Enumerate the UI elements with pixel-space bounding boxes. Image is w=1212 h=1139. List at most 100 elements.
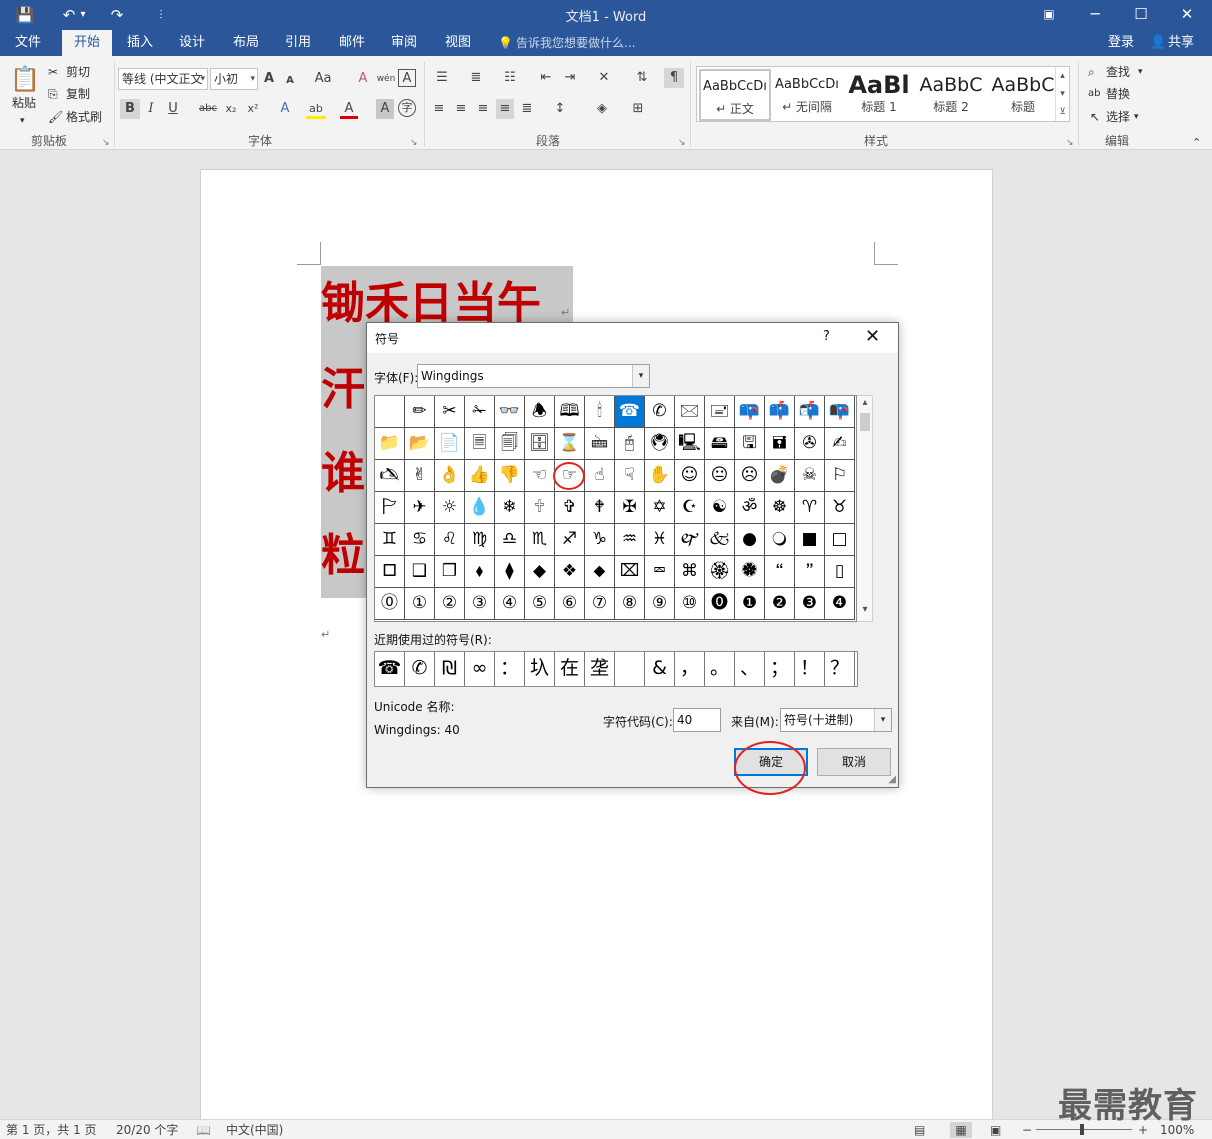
symbol-cell[interactable]: ⑩: [675, 588, 705, 620]
symbol-cell[interactable]: ●: [735, 524, 765, 556]
format-painter-icon[interactable]: 🖌: [48, 108, 63, 126]
symbol-cell[interactable]: ✆: [645, 396, 675, 428]
enclose-characters-icon[interactable]: 字: [398, 99, 416, 117]
symbol-cell[interactable]: ✋: [645, 460, 675, 492]
tab-layout[interactable]: 布局: [222, 30, 270, 56]
symbol-cell[interactable]: ②: [435, 588, 465, 620]
symbol-cell[interactable]: ☪: [675, 492, 705, 524]
symbol-cell[interactable]: ③: [465, 588, 495, 620]
recent-symbol-cell[interactable]: 圦: [525, 652, 555, 686]
align-left-icon[interactable]: ≡: [430, 99, 448, 119]
page-count[interactable]: 第 1 页，共 1 页: [6, 1122, 97, 1138]
symbol-cell[interactable]: ✈: [405, 492, 435, 524]
symbol-cell[interactable]: 🖰: [615, 428, 645, 460]
chevron-down-icon[interactable]: ▾: [1134, 108, 1139, 126]
decrease-indent-icon[interactable]: ⇤: [536, 68, 556, 88]
symbol-cell[interactable]: ⑤: [525, 588, 555, 620]
style-no-spacing[interactable]: AaBbCcDı ↵ 无间隔: [771, 69, 843, 121]
tab-file[interactable]: 文件: [4, 30, 52, 56]
symbol-cell[interactable]: 🏶: [735, 556, 765, 588]
symbol-cell[interactable]: 🕈: [585, 492, 615, 524]
grow-font-icon[interactable]: A: [260, 69, 278, 89]
justify-icon[interactable]: ≡: [496, 99, 514, 119]
tab-references[interactable]: 引用: [274, 30, 322, 56]
symbol-cell[interactable]: 🕯: [585, 396, 615, 428]
select-button[interactable]: 选择: [1106, 108, 1130, 126]
recent-symbol-cell[interactable]: ✆: [405, 652, 435, 686]
symbol-cell[interactable]: ☺: [675, 460, 705, 492]
symbol-cell[interactable]: ☝: [585, 460, 615, 492]
symbol-cell[interactable]: ☯: [705, 492, 735, 524]
borders-icon[interactable]: ⊞: [626, 99, 650, 119]
symbol-cell[interactable]: ⚐: [825, 460, 855, 492]
symbol-cell[interactable]: 🏵: [705, 556, 735, 588]
character-shading-icon[interactable]: A: [376, 99, 394, 119]
tab-home[interactable]: 开始: [62, 30, 112, 56]
recent-symbol-cell[interactable]: 垄: [585, 652, 615, 686]
superscript-icon[interactable]: x²: [244, 99, 262, 119]
symbol-cell[interactable]: ✡: [645, 492, 675, 524]
sort-icon[interactable]: ⇅: [632, 68, 652, 88]
symbol-cell[interactable]: 🗐: [495, 428, 525, 460]
symbol-cell[interactable]: ☼: [435, 492, 465, 524]
word-count[interactable]: 20/20 个字: [116, 1122, 178, 1138]
symbol-cell[interactable]: 🙰: [675, 524, 705, 556]
symbol-cell[interactable]: ⑥: [555, 588, 585, 620]
symbol-cell[interactable]: 🗄: [525, 428, 555, 460]
shrink-font-icon[interactable]: A: [282, 71, 298, 91]
increase-indent-icon[interactable]: ⇥: [560, 68, 580, 88]
symbol-cell[interactable]: ⬧: [465, 556, 495, 588]
copy-icon[interactable]: ⎘: [48, 85, 58, 103]
recent-symbol-cell[interactable]: ₪: [435, 652, 465, 686]
symbol-cell[interactable]: ♑: [585, 524, 615, 556]
collapse-ribbon-icon[interactable]: ⌃: [1192, 134, 1201, 152]
chinese-layout-icon[interactable]: ✕: [592, 68, 616, 88]
recent-symbol-cell[interactable]: 在: [555, 652, 585, 686]
symbol-cell[interactable]: ❖: [555, 556, 585, 588]
ribbon-display-options-icon[interactable]: ▣: [1026, 0, 1072, 30]
symbol-cell[interactable]: ✂: [435, 396, 465, 428]
close-button[interactable]: ✕: [1164, 0, 1210, 30]
align-right-icon[interactable]: ≡: [474, 99, 492, 119]
symbol-cell[interactable]: ✏: [405, 396, 435, 428]
recent-symbol-cell[interactable]: 、: [735, 652, 765, 686]
proofing-icon[interactable]: 📖: [196, 1122, 211, 1138]
numbering-icon[interactable]: ≣: [464, 68, 488, 88]
symbol-cell[interactable]: ⮹: [645, 556, 675, 588]
symbol-cell[interactable]: ①: [405, 588, 435, 620]
symbol-cell[interactable]: 📂: [405, 428, 435, 460]
character-border-icon[interactable]: A: [398, 69, 416, 87]
symbol-cell[interactable]: ☸: [765, 492, 795, 524]
bold-icon[interactable]: B: [120, 99, 140, 119]
from-select[interactable]: 符号(十进制) ▾: [780, 708, 892, 732]
share-icon[interactable]: 👤: [1150, 30, 1166, 56]
print-layout-icon[interactable]: ▦: [950, 1122, 972, 1138]
maximize-button[interactable]: ☐: [1118, 0, 1164, 30]
tab-mailings[interactable]: 邮件: [328, 30, 376, 56]
symbol-cell[interactable]: ♋: [405, 524, 435, 556]
paste-icon[interactable]: 📋: [10, 64, 40, 94]
symbol-cell[interactable]: ④: [495, 588, 525, 620]
symbol-cell[interactable]: 😐: [705, 460, 735, 492]
font-launcher-icon[interactable]: ↘: [410, 134, 418, 152]
symbol-grid-scrollbar[interactable]: ▴ ▾: [857, 395, 873, 622]
symbol-cell[interactable]: ❶: [735, 588, 765, 620]
font-select[interactable]: Wingdings ▾: [417, 364, 650, 388]
recent-symbol-cell[interactable]: ；: [765, 652, 795, 686]
replace-icon[interactable]: ab: [1088, 85, 1100, 103]
shading-icon[interactable]: ◈: [590, 99, 614, 119]
symbol-cell[interactable]: ☠: [795, 460, 825, 492]
symbol-cell[interactable]: 👓: [495, 396, 525, 428]
symbol-cell[interactable]: ❒: [435, 556, 465, 588]
signin-link[interactable]: 登录: [1108, 30, 1134, 56]
symbol-cell[interactable]: 🖳: [675, 428, 705, 460]
symbol-cell[interactable]: 🖲: [645, 428, 675, 460]
tab-insert[interactable]: 插入: [116, 30, 164, 56]
chevron-down-icon[interactable]: ▾: [632, 365, 649, 387]
symbol-cell[interactable]: 👎: [495, 460, 525, 492]
symbol-cell[interactable]: ⌛: [555, 428, 585, 460]
symbol-cell[interactable]: ♉: [825, 492, 855, 524]
symbol-cell[interactable]: ❷: [765, 588, 795, 620]
symbol-cell[interactable]: 🕆: [525, 492, 555, 524]
symbol-cell[interactable]: 📬: [795, 396, 825, 428]
